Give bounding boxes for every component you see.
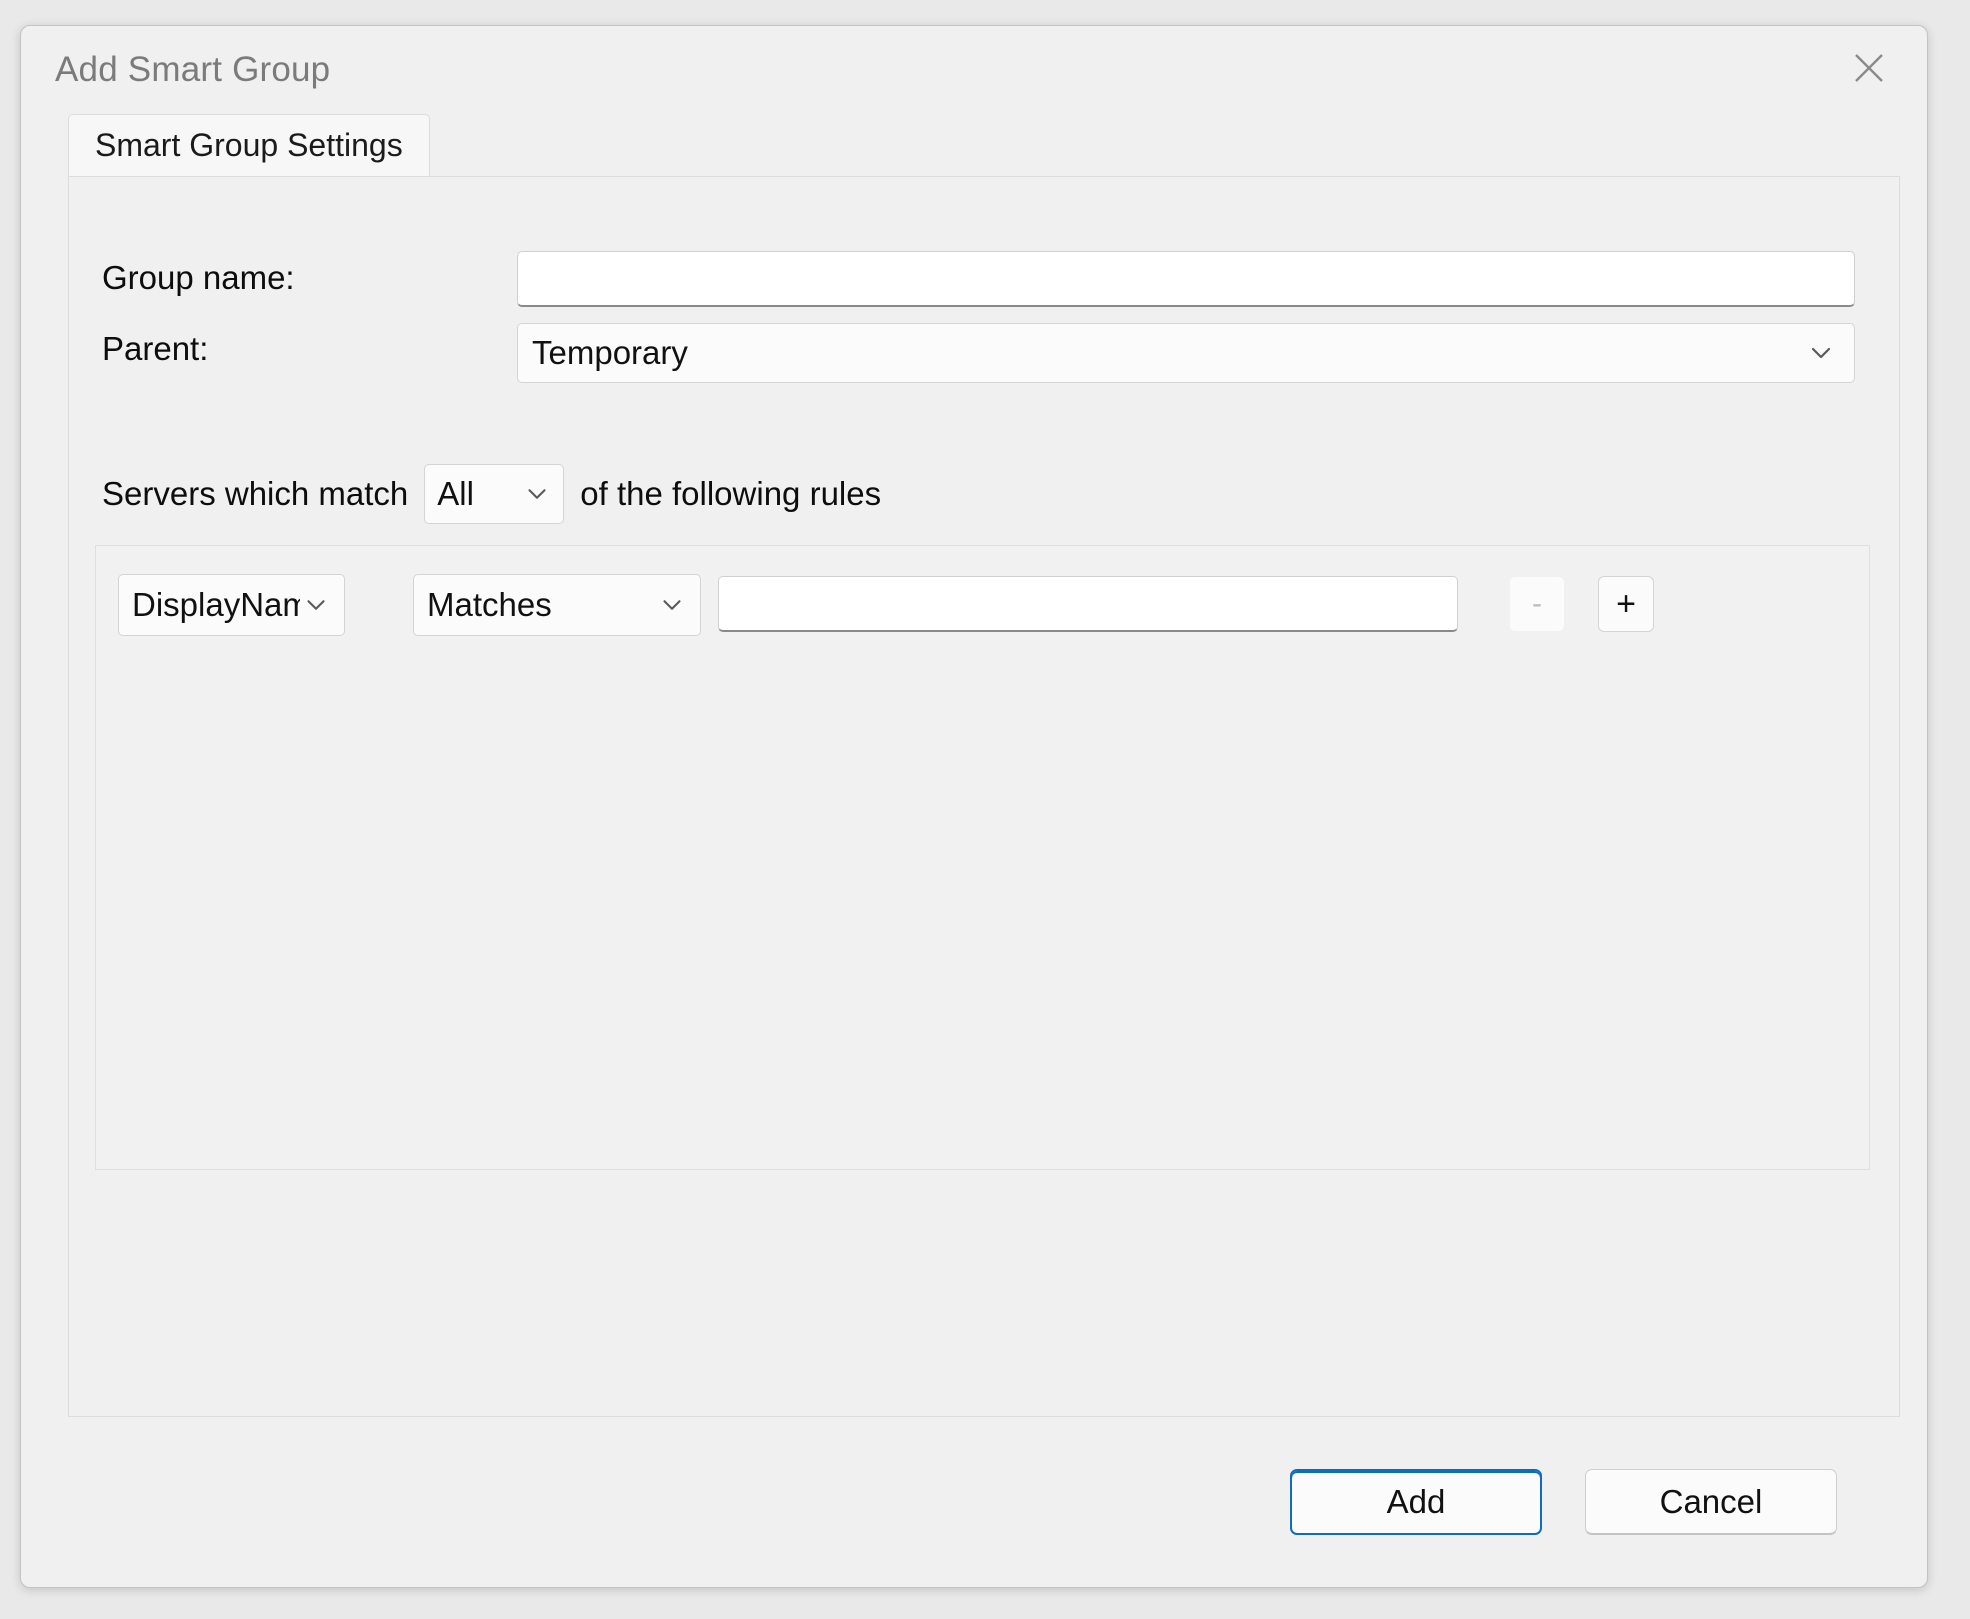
group-name-input[interactable] [517, 251, 1855, 307]
close-button[interactable] [1829, 36, 1909, 100]
parent-dropdown-value: Temporary [532, 334, 1804, 372]
parent-dropdown[interactable]: Temporary [517, 323, 1855, 383]
add-button-label: Add [1387, 1483, 1446, 1521]
match-mode-value: All [437, 475, 521, 513]
chevron-down-icon [300, 589, 332, 621]
dialog-title: Add Smart Group [55, 50, 330, 90]
plus-icon: + [1616, 585, 1636, 624]
match-suffix-text: of the following rules [580, 475, 881, 513]
tabstrip: Smart Group Settings [48, 114, 1900, 176]
tab-label: Smart Group Settings [95, 127, 403, 164]
remove-rule-button[interactable]: - [1509, 576, 1565, 632]
add-button[interactable]: Add [1290, 1469, 1542, 1535]
screen: Add Smart Group Smart Group Settings Gro… [0, 0, 1970, 1619]
match-mode-dropdown[interactable]: All [424, 464, 564, 524]
parent-label: Parent: [102, 330, 208, 368]
rules-panel: DisplayName Matches [95, 545, 1870, 1170]
cancel-button[interactable]: Cancel [1585, 1469, 1837, 1535]
dialog-titlebar: Add Smart Group [21, 26, 1927, 114]
match-rule-sentence: Servers which match All of the following… [102, 462, 881, 526]
rule-operator-value: Matches [427, 586, 656, 624]
dialog-footer: Add Cancel [21, 1415, 1927, 1587]
rule-value-input[interactable] [718, 576, 1458, 632]
close-icon [1849, 48, 1889, 88]
chevron-down-icon [656, 589, 688, 621]
add-rule-button[interactable]: + [1598, 576, 1654, 632]
rule-field-value: DisplayName [132, 586, 300, 624]
tab-panel-smart-group-settings: Group name: Parent: Temporary Servers wh… [68, 176, 1900, 1417]
group-name-label: Group name: [102, 259, 295, 297]
tab-smart-group-settings[interactable]: Smart Group Settings [68, 114, 430, 176]
chevron-down-icon [1804, 336, 1838, 370]
chevron-down-icon [521, 478, 553, 510]
rule-field-dropdown[interactable]: DisplayName [118, 574, 345, 636]
match-prefix-text: Servers which match [102, 475, 408, 513]
cancel-button-label: Cancel [1660, 1483, 1763, 1521]
rule-operator-dropdown[interactable]: Matches [413, 574, 701, 636]
minus-icon: - [1532, 587, 1542, 621]
rule-row: DisplayName Matches [118, 574, 1818, 636]
add-smart-group-dialog: Add Smart Group Smart Group Settings Gro… [20, 25, 1928, 1588]
